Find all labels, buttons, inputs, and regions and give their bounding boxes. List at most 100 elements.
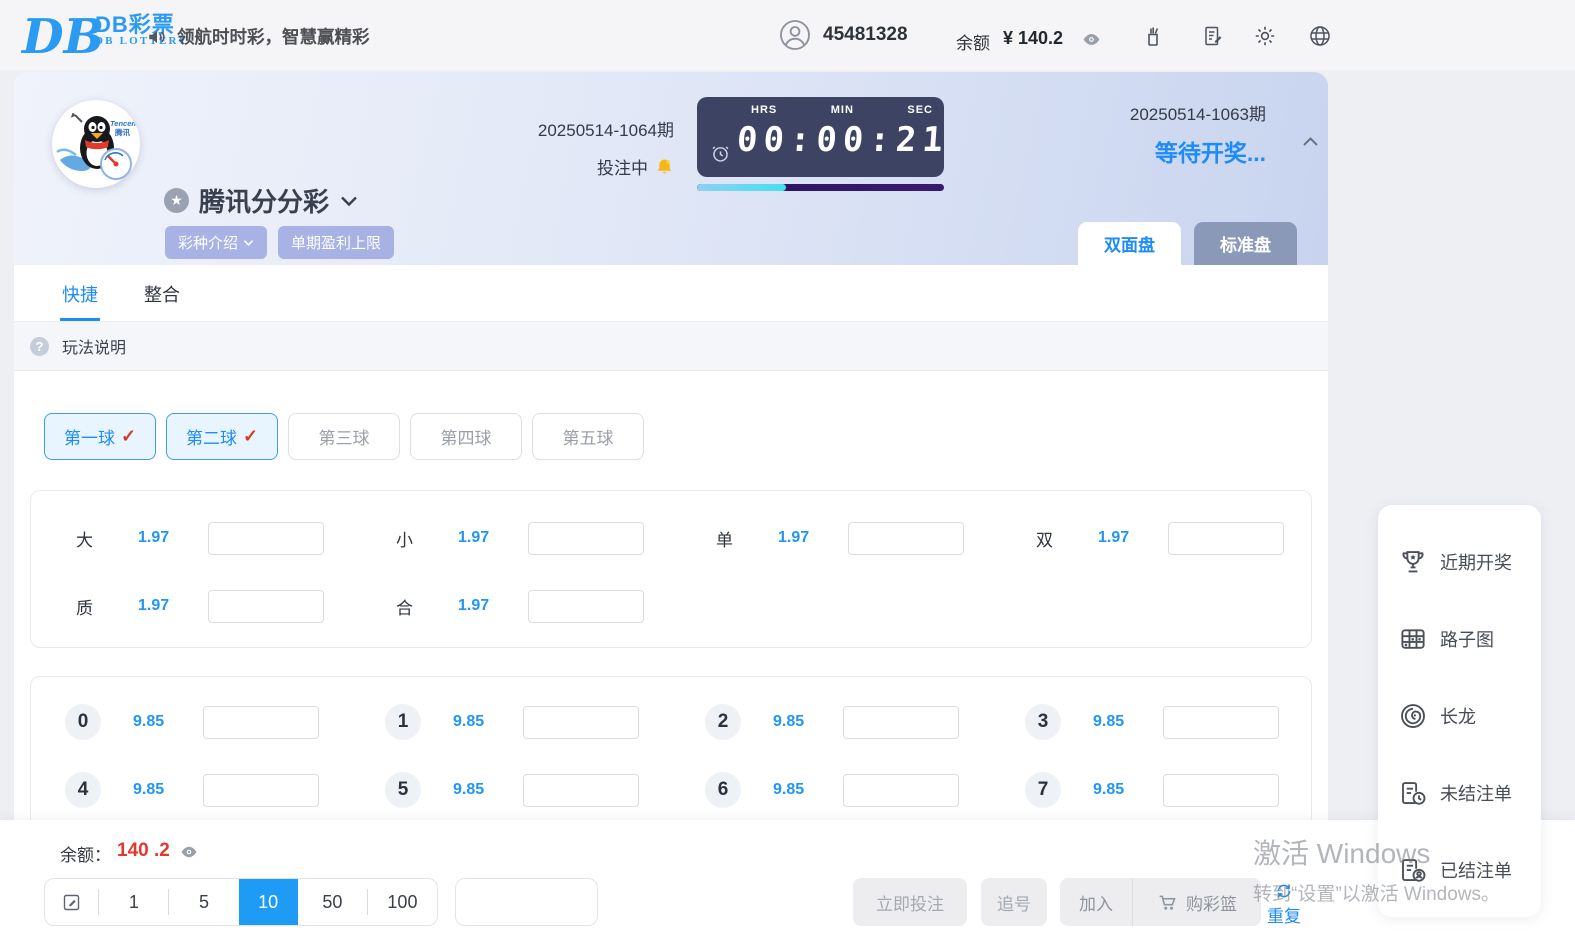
note-edit-icon[interactable] xyxy=(1201,24,1225,48)
basket-button[interactable]: 购彩篮 xyxy=(1133,890,1261,915)
db-logo-icon[interactable]: DB xyxy=(24,9,88,61)
dragon-icon xyxy=(1398,701,1428,731)
document-coin-icon xyxy=(1398,855,1428,885)
tab-double-side[interactable]: 双面盘 xyxy=(1078,222,1181,265)
bet-amount-input[interactable] xyxy=(208,522,324,555)
sidebar-item-recent-draws[interactable]: 近期开奖 xyxy=(1378,523,1541,600)
tools-sidebar: 近期开奖 路子图 长龙 xyxy=(1378,505,1541,917)
play-rules-row[interactable]: ? 玩法说明 xyxy=(14,322,1328,371)
game-title-row: ★ 腾讯分分彩 xyxy=(164,182,359,219)
game-banner: Tencent 腾讯 ★ 腾讯分分彩 彩种介绍 单期盈利 xyxy=(14,72,1328,265)
bet-cell-big: 大 1.97 xyxy=(31,504,351,572)
balance-eye-icon[interactable] xyxy=(1082,30,1101,49)
bet-amount-input[interactable] xyxy=(523,774,639,807)
edit-amount-icon[interactable] xyxy=(45,879,98,925)
bet-content: 快捷 整合 ? 玩法说明 第一球✓ 第二球✓ 第三球 第四球 第五球 大 1.9… xyxy=(14,265,1328,820)
bet-cell-composite: 合 1.97 xyxy=(351,572,671,640)
refresh-icon xyxy=(1275,882,1293,900)
ball-button-5[interactable]: 第五球 xyxy=(532,413,644,460)
amount-option-1[interactable]: 1 xyxy=(99,879,168,925)
pen-holder-icon[interactable] xyxy=(1141,24,1165,48)
bet-now-button[interactable]: 立即投注 xyxy=(853,878,967,926)
amount-option-50[interactable]: 50 xyxy=(298,879,367,925)
balance-label: 余额 xyxy=(956,29,990,54)
amount-option-10[interactable]: 10 xyxy=(239,879,298,925)
sidebar-item-open-bets[interactable]: 未结注单 xyxy=(1378,754,1541,831)
bet-amount-input[interactable] xyxy=(843,774,959,807)
bell-icon[interactable] xyxy=(655,157,674,177)
language-globe-icon[interactable] xyxy=(1308,24,1332,48)
bet-amount-input[interactable] xyxy=(203,706,319,739)
bet-amount-input[interactable] xyxy=(1163,774,1279,807)
ball-button-1[interactable]: 第一球✓ xyxy=(44,413,156,460)
repeat-label: 重复 xyxy=(1267,902,1301,927)
ball-button-2[interactable]: 第二球✓ xyxy=(166,413,278,460)
svg-text:Tencent: Tencent xyxy=(110,119,139,128)
bet-footer: 余额： 140 .2 1 5 10 50 100 立即投 xyxy=(0,820,1575,952)
ball-button-3[interactable]: 第三球 xyxy=(288,413,400,460)
custom-amount-input[interactable] xyxy=(455,878,598,926)
board-tabs: 双面盘 标准盘 xyxy=(1078,222,1297,265)
last-issue: 20250514-1063期 xyxy=(1054,100,1266,125)
game-title: 腾讯分分彩 xyxy=(199,182,329,219)
trophy-icon xyxy=(1398,547,1428,577)
balance-value: ¥ 140.2 xyxy=(1003,28,1063,49)
bet-cell-number-2: 2 9.85 xyxy=(671,688,991,756)
subtab-combined[interactable]: 整合 xyxy=(142,281,182,321)
user-account[interactable]: 45481328 xyxy=(779,19,908,51)
bet-amount-input[interactable] xyxy=(528,522,644,555)
sidebar-item-road-map[interactable]: 路子图 xyxy=(1378,600,1541,677)
ball-button-4[interactable]: 第四球 xyxy=(410,413,522,460)
game-switch-chevron-down-icon[interactable] xyxy=(339,194,359,208)
topbar: DB DB彩票 DB LOTTERY 领航时时彩，智慧赢精彩 xyxy=(0,0,1575,70)
amount-option-5[interactable]: 5 xyxy=(169,879,238,925)
bet-cell-odd: 单 1.97 xyxy=(671,504,991,572)
bet-amount-input[interactable] xyxy=(203,774,319,807)
bet-cell-even: 双 1.97 xyxy=(991,504,1311,572)
bet-cell-number-4: 4 9.85 xyxy=(31,756,351,824)
add-button[interactable]: 加入 xyxy=(1060,890,1132,915)
bet-amount-input[interactable] xyxy=(208,590,324,623)
basket-button-group: 加入 购彩篮 xyxy=(1060,878,1261,926)
betting-status: 投注中 xyxy=(597,154,648,179)
mode-subtabs: 快捷 整合 xyxy=(14,265,1328,322)
profit-cap-button[interactable]: 单期盈利上限 xyxy=(278,226,394,259)
game-info-buttons: 彩种介绍 单期盈利上限 xyxy=(165,226,394,259)
bet-amount-input[interactable] xyxy=(528,590,644,623)
last-issue-block: 20250514-1063期 等待开奖... xyxy=(1054,100,1266,168)
bet-amount-input[interactable] xyxy=(1168,522,1284,555)
countdown-timer: HRS MIN SEC 00:00:21 xyxy=(697,97,944,177)
current-issue: 20250514-1064期 xyxy=(462,116,674,141)
sidebar-item-long-dragon[interactable]: 长龙 xyxy=(1378,677,1541,754)
announcement-bar: 领航时时彩，智慧赢精彩 xyxy=(146,24,370,49)
alarm-clock-icon xyxy=(710,143,731,164)
speaker-icon xyxy=(146,26,168,48)
lottery-page: DB DB彩票 DB LOTTERY 领航时时彩，智慧赢精彩 xyxy=(0,0,1575,952)
document-clock-icon xyxy=(1398,778,1428,808)
settings-gear-icon[interactable] xyxy=(1253,24,1277,48)
tab-standard[interactable]: 标准盘 xyxy=(1194,222,1297,265)
bet-amount-input[interactable] xyxy=(848,522,964,555)
lottery-intro-button[interactable]: 彩种介绍 xyxy=(165,226,267,259)
repeat-control[interactable]: 重复 xyxy=(1258,882,1310,927)
current-issue-block: 20250514-1064期 投注中 xyxy=(462,116,674,179)
countdown-progress-track xyxy=(697,184,944,191)
collapse-chevron-up-icon[interactable] xyxy=(1302,136,1319,147)
bet-amount-input[interactable] xyxy=(843,706,959,739)
draw-status: 等待开奖... xyxy=(1054,134,1266,168)
check-icon: ✓ xyxy=(121,426,136,447)
subtab-quick[interactable]: 快捷 xyxy=(60,281,100,321)
user-avatar-icon[interactable] xyxy=(779,19,811,51)
sidebar-item-settled-bets[interactable]: 已结注单 xyxy=(1378,831,1541,908)
check-icon: ✓ xyxy=(243,426,258,447)
bet-cell-number-5: 5 9.85 xyxy=(351,756,671,824)
bet-amount-input[interactable] xyxy=(1163,706,1279,739)
bet-amount-input[interactable] xyxy=(523,706,639,739)
amount-option-100[interactable]: 100 xyxy=(368,879,437,925)
svg-text:DB: DB xyxy=(20,9,104,65)
bet-cell-number-6: 6 9.85 xyxy=(671,756,991,824)
favorite-star-icon[interactable]: ★ xyxy=(164,188,189,213)
footer-eye-icon[interactable] xyxy=(180,843,198,861)
chase-number-button[interactable]: 追号 xyxy=(981,878,1047,926)
numbers-panel: 0 9.85 1 9.85 2 9.85 3 9.85 xyxy=(30,676,1312,836)
